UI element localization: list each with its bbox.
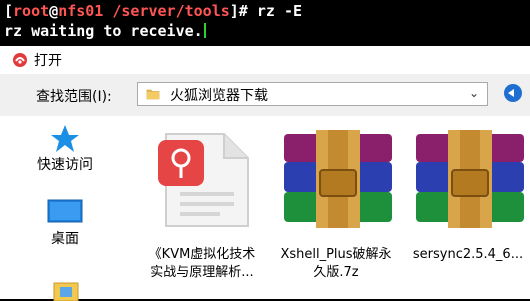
prompt-close: ]# xyxy=(229,2,257,20)
terminal-command: rz -E xyxy=(256,2,303,20)
lookin-dropdown[interactable]: 火狐浏览器下载 ⌄ xyxy=(137,82,488,106)
file-name: 久版.7z xyxy=(313,265,359,280)
terminal-cursor xyxy=(203,23,206,38)
terminal[interactable]: [root@nfs01 /server/tools]# rz -E rz wai… xyxy=(0,0,530,46)
desktop-icon xyxy=(47,199,83,223)
sidebar-item-label: 桌面 xyxy=(51,231,79,247)
star-icon xyxy=(51,125,79,152)
chevron-down-icon[interactable]: ⌄ xyxy=(469,86,479,100)
open-file-dialog: 打开 查找范围(I): 火狐浏览器下载 ⌄ 快速访问 桌面 《KVM虚拟化技术 … xyxy=(0,46,530,301)
prompt-open: [ xyxy=(4,2,14,20)
sidebar-item-label: 快速访问 xyxy=(37,157,93,173)
pdf-document-icon xyxy=(158,133,249,227)
dialog-toolbar: 查找范围(I): 火狐浏览器下载 ⌄ xyxy=(0,74,530,116)
dialog-titlebar[interactable]: 打开 xyxy=(0,46,530,74)
folder-icon xyxy=(53,282,79,301)
file-name: sersync2.5.4_6... xyxy=(412,247,524,262)
app-logo-icon xyxy=(13,53,27,67)
terminal-status: rz waiting to receive. xyxy=(4,22,203,40)
prompt-at: @ xyxy=(49,2,59,20)
prompt-user: root xyxy=(13,2,50,20)
file-list: 《KVM虚拟化技术 实战与原理解析... Xshell_Plus破解永 久版.7… xyxy=(130,116,530,299)
places-sidebar: 快速访问 桌面 xyxy=(0,116,130,301)
lookin-label: 查找范围(I): xyxy=(36,89,112,105)
file-name: Xshell_Plus破解永 xyxy=(280,247,392,262)
dialog-title: 打开 xyxy=(34,53,62,69)
winrar-archive-icon xyxy=(416,130,524,228)
folder-icon xyxy=(146,89,160,100)
lookin-value: 火狐浏览器下载 xyxy=(170,88,268,104)
terminal-line-prompt: [root@nfs01 /server/tools]# rz -E xyxy=(4,1,302,21)
back-arrow-icon[interactable] xyxy=(504,84,522,102)
sidebar-item-desktop[interactable]: 桌面 xyxy=(0,198,130,248)
prompt-path: /server/tools xyxy=(112,2,230,20)
file-name: 实战与原理解析... xyxy=(150,265,254,280)
terminal-line-status: rz waiting to receive. xyxy=(4,21,206,41)
prompt-host: nfs01 xyxy=(58,2,104,20)
file-name: 《KVM虚拟化技术 xyxy=(148,247,256,262)
winrar-archive-icon xyxy=(284,130,392,228)
sidebar-item-quick-access[interactable]: 快速访问 xyxy=(0,124,130,174)
